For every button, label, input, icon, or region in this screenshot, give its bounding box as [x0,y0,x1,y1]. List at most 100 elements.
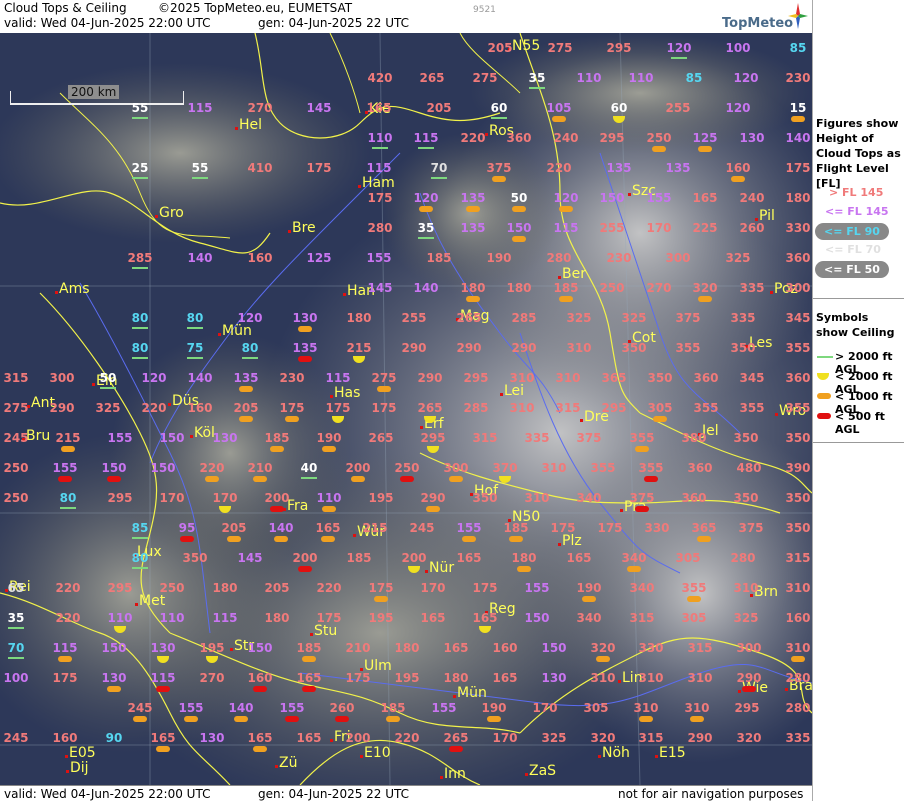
cloud-top-value: 365 [601,371,627,385]
topmeteo-logo: TopMeteo [720,2,810,32]
cloud-top-value: 180 [785,191,811,205]
ceiling-symbol [419,206,433,212]
ceiling-symbol [132,357,148,359]
cloud-top-value: 315 [555,401,581,415]
ceiling-symbol [698,296,712,302]
city-label: Met [139,593,166,609]
cloud-top-value: 165 [472,611,498,625]
cloud-top-value: 175 [325,401,351,415]
ceiling-symbol [377,386,391,392]
cloud-top-value: 325 [541,731,567,745]
cloud-top-value: 175 [345,671,371,685]
ceiling-symbol [418,237,434,239]
cloud-top-value: 290 [511,341,537,355]
cloud-top-value: 320 [590,641,616,655]
compass-star-icon [788,3,808,29]
cloud-top-value: 140 [187,251,213,265]
cloud-top-value: 180 [443,671,469,685]
city-marker [135,603,138,606]
cloud-top-value: 295 [734,701,760,715]
cloud-top-value: 120 [725,101,751,115]
cloud-top-value: 175 [368,581,394,595]
cloud-tops-map[interactable]: 200 km Hel Kie Ros Ham Gro Bre Szc Pil Ber Ams Han… [0,33,812,785]
cloud-top-value: 315 [3,371,29,385]
cloud-top-value: 240 [739,191,765,205]
cloud-top-value: 190 [481,701,507,715]
cloud-top-value: 350 [182,551,208,565]
cloud-top-value: 200 [264,491,290,505]
ceiling-symbol [322,446,336,452]
cloud-top-value: 310 [633,701,659,715]
cloud-top-value: 95 [178,521,196,535]
ceiling-symbol [491,117,507,119]
cloud-top-value: 360 [681,491,707,505]
cloud-top-value: 310 [785,581,811,595]
disclaimer: not for air navigation purposes [618,787,804,801]
city-marker [168,403,171,406]
cloud-top-value: 375 [738,521,764,535]
ceiling-symbol [431,177,447,179]
cloud-top-value: 320 [692,281,718,295]
ceiling-symbol [529,87,545,89]
cloud-top-value: 130 [212,431,238,445]
cloud-top-value: 175 [367,191,393,205]
cloud-top-value: 210 [247,461,273,475]
cloud-top-value: 260 [739,221,765,235]
ceiling-symbol [639,716,653,722]
cloud-top-value: 290 [687,731,713,745]
cloud-top-value: 180 [346,311,372,325]
cloud-top-value: 250 [599,281,625,295]
cloud-top-value: 165 [247,731,273,745]
ceiling-symbol [596,656,610,662]
ceiling-symbol [372,147,388,149]
cloud-top-value: 170 [492,731,518,745]
cloud-top-value: 135 [460,221,486,235]
ceiling-symbol [559,206,573,212]
cloud-top-value: 90 [105,731,123,745]
cloud-top-value: 160 [247,671,273,685]
city-label: Mün [222,323,252,339]
cloud-top-value: 205 [264,581,290,595]
cloud-top-value: 120 [237,311,263,325]
cloud-top-value: 290 [420,491,446,505]
ceiling-symbol [156,686,170,692]
ceiling-symbol [509,536,523,542]
cloud-top-value: 375 [629,491,655,505]
city-marker [738,690,741,693]
cloud-top-value: 355 [675,341,701,355]
cloud-top-value: 150 [524,611,550,625]
cloud-top-value: 480 [736,461,762,475]
cloud-top-value: 200 [401,551,427,565]
cloud-top-value: 290 [456,341,482,355]
cloud-top-value: 330 [638,641,664,655]
cloud-top-value: 110 [576,71,602,85]
cloud-top-value: 315 [785,551,811,565]
cloud-top-value: 150 [541,641,567,655]
city-marker [330,395,333,398]
cloud-top-value: 375 [576,431,602,445]
cloud-top-value: 355 [693,401,719,415]
ceiling-symbol [60,507,76,509]
cloud-top-value: 175 [306,161,332,175]
ceiling-symbol [302,686,316,692]
city-marker [500,393,503,396]
city-label: E10 [364,745,391,761]
cloud-top-value: 350 [647,371,673,385]
cloud-top-value: 300 [443,461,469,475]
cloud-top-value: 185 [346,551,372,565]
cloud-top-value: 220 [394,731,420,745]
ceiling-symbol [205,476,219,482]
ceiling-symbol [653,416,667,422]
city-label: Mün [457,685,487,701]
cloud-top-value: 120 [141,371,167,385]
cloud-top-value: 265 [456,311,482,325]
cloud-top-value: 40 [300,461,318,475]
cloud-top-value: 320 [590,731,616,745]
cloud-top-value: 420 [367,71,393,85]
tops-legend-item: <= FL 70 [825,243,881,256]
city-label: Dij [70,760,89,776]
city-label: N55 [512,38,541,54]
city-marker [65,755,68,758]
cloud-top-value: 250 [159,581,185,595]
valid-time: valid: Wed 04-Jun-2025 22:00 UTC [4,16,211,30]
